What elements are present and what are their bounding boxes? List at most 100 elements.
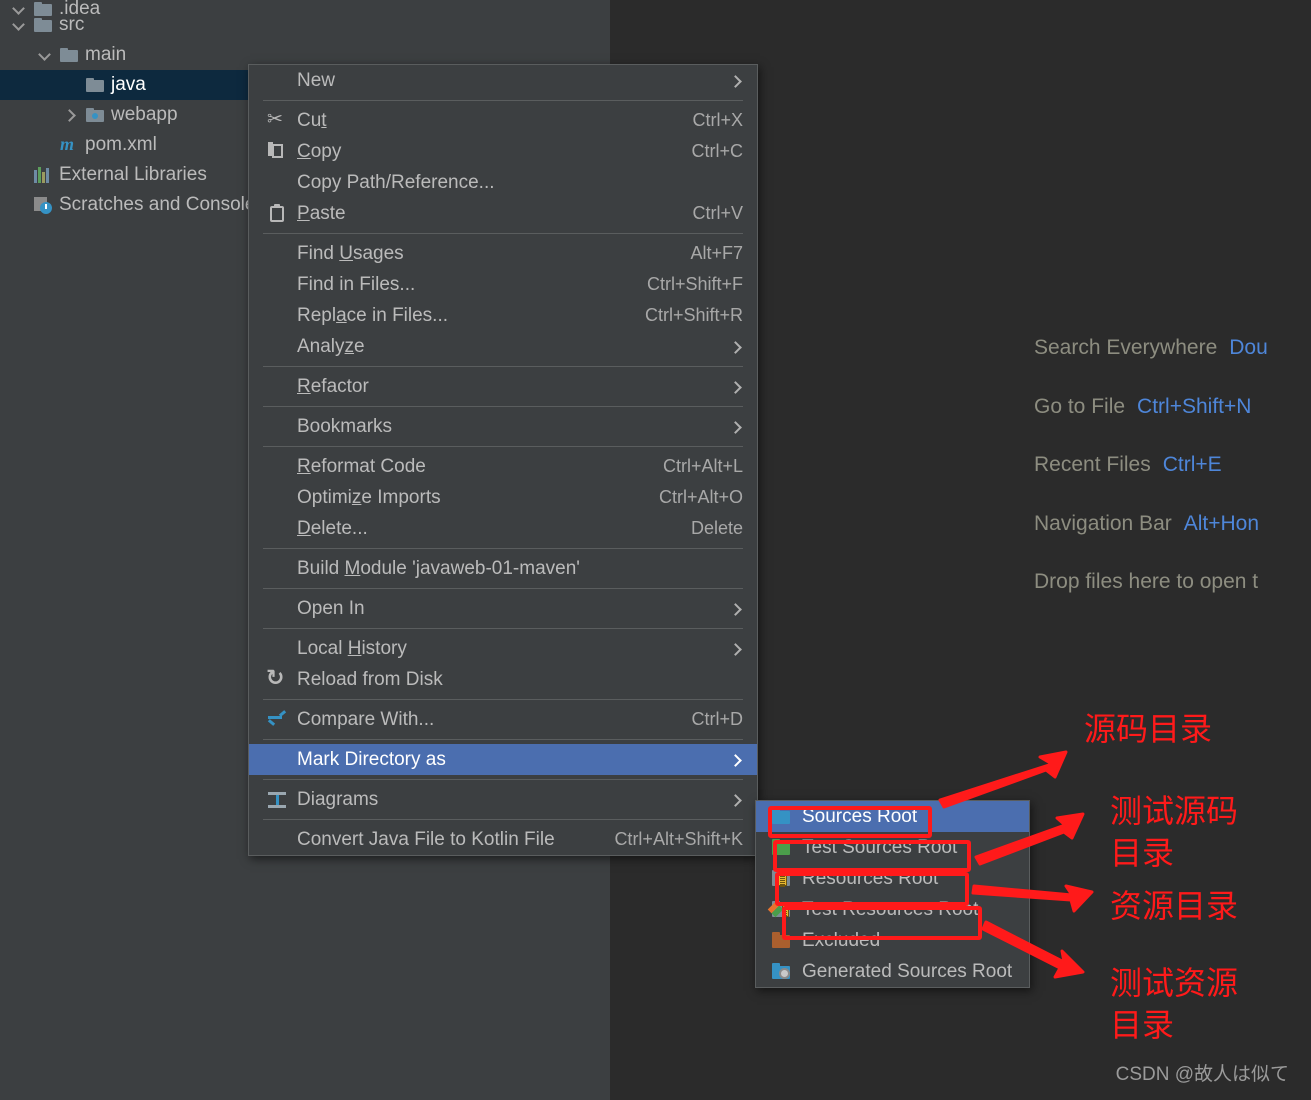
submenu-item-generated-sources-root[interactable]: Generated Sources Root — [756, 956, 1029, 987]
chevron-right-icon — [729, 340, 743, 354]
menu-item-label: Paste — [297, 202, 346, 224]
menu-item-label: Convert Java File to Kotlin File — [297, 828, 555, 850]
menu-item-shortcut: Ctrl+D — [691, 709, 743, 729]
menu-separator — [263, 699, 743, 700]
menu-item-cut[interactable]: Cut Ctrl+X — [249, 105, 757, 136]
menu-separator — [263, 779, 743, 780]
editor-hint-label: Drop files here to open t — [1034, 570, 1259, 593]
menu-separator — [263, 100, 743, 101]
menu-item-open-in[interactable]: Open In — [249, 593, 757, 624]
submenu-item-label: Generated Sources Root — [802, 960, 1013, 982]
paste-icon — [267, 203, 287, 224]
menu-separator — [263, 819, 743, 820]
menu-separator — [263, 406, 743, 407]
menu-item-shortcut: Ctrl+Alt+L — [662, 456, 743, 476]
menu-item-find-usages[interactable]: Find Usages Alt+F7 — [249, 238, 757, 269]
menu-item-replace-in-files[interactable]: Replace in Files... Ctrl+Shift+R — [249, 300, 757, 331]
menu-item-build-module-javaweb-01-maven[interactable]: Build Module 'javaweb-01-maven' — [249, 553, 757, 584]
copy-icon — [267, 141, 287, 162]
annotation-note-test-resource-dir: 测试资源 目录 — [1110, 964, 1239, 1044]
editor-hint-label: Recent Files — [1034, 453, 1151, 476]
menu-item-diagrams[interactable]: Diagrams — [249, 784, 757, 815]
menu-item-reload-from-disk[interactable]: Reload from Disk — [249, 664, 757, 695]
menu-item-label: Local History — [297, 637, 407, 659]
menu-item-convert-java-file-to-kotlin-file[interactable]: Convert Java File to Kotlin File Ctrl+Alt… — [249, 824, 757, 855]
menu-item-copy-path-reference[interactable]: Copy Path/Reference... — [249, 167, 757, 198]
menu-item-paste[interactable]: Paste Ctrl+V — [249, 198, 757, 229]
menu-item-mark-directory-as[interactable]: Mark Directory as — [249, 744, 757, 775]
editor-hint-label: Navigation Bar — [1034, 512, 1172, 535]
tree-item-src[interactable]: src — [0, 10, 610, 40]
menu-item-local-history[interactable]: Local History — [249, 633, 757, 664]
menu-item-label: Compare With... — [297, 708, 435, 730]
menu-item-label: Analyze — [297, 335, 365, 357]
chevron-right-icon — [729, 74, 743, 88]
menu-item-shortcut: Ctrl+Alt+O — [658, 487, 743, 507]
editor-hint-navigation-bar: Navigation Bar Alt+Hon — [1034, 512, 1259, 536]
menu-item-shortcut: Delete — [690, 518, 743, 538]
menu-item-find-in-files[interactable]: Find in Files... Ctrl+Shift+F — [249, 269, 757, 300]
annotation-box-resources-root — [775, 872, 969, 906]
annotation-note-source-dir: 源码目录 — [1084, 710, 1213, 748]
menu-item-refactor[interactable]: Refactor — [249, 371, 757, 402]
generated-folder-icon — [772, 962, 792, 980]
menu-item-label: Diagrams — [297, 788, 379, 810]
menu-item-label: Bookmarks — [297, 415, 393, 437]
folder-icon — [34, 18, 52, 32]
chevron-right-icon — [729, 642, 743, 656]
menu-item-delete[interactable]: Delete... Delete — [249, 513, 757, 544]
menu-item-label: Find Usages — [297, 242, 404, 264]
context-menu[interactable]: New Cut Ctrl+X Copy Ctrl+C Copy Path/Referenc… — [248, 64, 758, 856]
chevron-right-icon — [729, 602, 743, 616]
menu-item-label: Open In — [297, 597, 365, 619]
menu-item-label: Mark Directory as — [297, 748, 446, 770]
menu-item-shortcut: Ctrl+C — [691, 141, 743, 161]
editor-hint-go-to-file: Go to File Ctrl+Shift+N — [1034, 395, 1251, 419]
menu-item-shortcut: Alt+F7 — [690, 243, 743, 263]
chevron-placeholder — [10, 166, 28, 184]
menu-separator — [263, 548, 743, 549]
menu-item-label: Build Module 'javaweb-01-maven' — [297, 557, 580, 579]
menu-item-compare-with[interactable]: Compare With... Ctrl+D — [249, 704, 757, 735]
tree-item-label: src — [59, 14, 85, 35]
scratches-icon — [34, 196, 52, 214]
scissors-icon — [267, 111, 287, 131]
menu-item-reformat-code[interactable]: Reformat Code Ctrl+Alt+L — [249, 451, 757, 482]
chevron-placeholder — [62, 76, 80, 94]
maven-icon: m — [60, 134, 75, 154]
chevron-placeholder — [10, 196, 28, 214]
tree-item-label: java — [111, 74, 146, 95]
menu-separator — [263, 739, 743, 740]
chevron-right-icon[interactable] — [62, 106, 80, 124]
menu-item-shortcut: Ctrl+V — [692, 203, 743, 223]
editor-hint-search-everywhere: Search Everywhere Dou — [1034, 336, 1268, 360]
menu-separator — [263, 366, 743, 367]
annotation-box-test-resources-root — [782, 906, 982, 940]
menu-item-analyze[interactable]: Analyze — [249, 331, 757, 362]
menu-item-optimize-imports[interactable]: Optimize Imports Ctrl+Alt+O — [249, 482, 757, 513]
menu-item-new[interactable]: New — [249, 65, 757, 96]
menu-item-bookmarks[interactable]: Bookmarks — [249, 411, 757, 442]
editor-hint-shortcut: Dou — [1229, 336, 1268, 359]
menu-item-label: Copy Path/Reference... — [297, 171, 495, 193]
tree-item-label: pom.xml — [85, 134, 157, 155]
annotation-box-test-sources-root — [773, 840, 971, 872]
chevron-right-icon — [729, 420, 743, 434]
chevron-right-icon — [729, 793, 743, 807]
diagram-icon — [267, 790, 287, 810]
annotation-note-resource-dir: 资源目录 — [1110, 887, 1239, 925]
editor-hint-shortcut: Ctrl+Shift+N — [1137, 395, 1252, 418]
tree-item-label: webapp — [111, 104, 178, 125]
tree-item-label: External Libraries — [59, 164, 207, 185]
menu-item-label: Replace in Files... — [297, 304, 449, 326]
editor-hint-label: Go to File — [1034, 395, 1126, 418]
menu-item-shortcut: Ctrl+X — [692, 110, 743, 130]
editor-hint-shortcut: Alt+Hon — [1183, 512, 1260, 535]
menu-item-copy[interactable]: Copy Ctrl+C — [249, 136, 757, 167]
chevron-down-icon[interactable] — [10, 16, 28, 34]
chevron-down-icon[interactable] — [36, 46, 54, 64]
menu-item-label: Reload from Disk — [297, 668, 443, 690]
annotation-box-sources-root — [768, 806, 932, 838]
menu-item-label: Refactor — [297, 375, 369, 397]
compare-icon — [267, 709, 287, 730]
